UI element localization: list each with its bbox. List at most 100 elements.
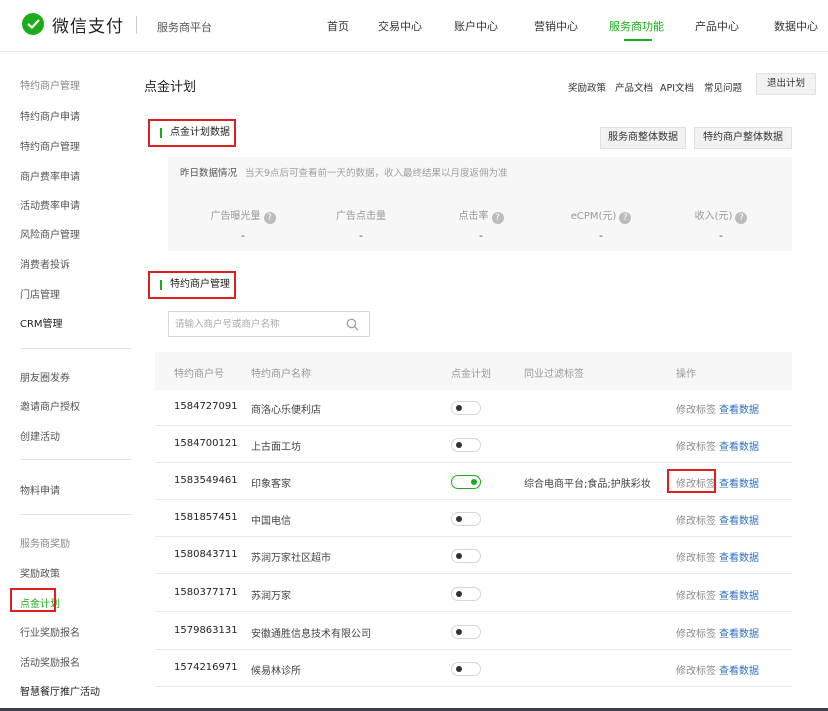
- merchant-id: 1581857451: [174, 512, 238, 523]
- sidebar-item-rate-apply[interactable]: 商户费率申请: [20, 168, 80, 183]
- merchant-id: 1584700121: [174, 438, 238, 449]
- view-data-link[interactable]: 查看数据: [719, 401, 759, 416]
- view-data-link[interactable]: 查看数据: [719, 512, 759, 527]
- help-icon[interactable]: ?: [735, 212, 748, 224]
- gold-plan-toggle[interactable]: [451, 587, 481, 601]
- link-api-docs[interactable]: API文档: [660, 80, 694, 94]
- merchant-search[interactable]: [168, 311, 370, 337]
- table-row: 1580377171 苏润万家 修改标签 查看数据: [155, 575, 792, 612]
- toggle-knob: [456, 553, 462, 559]
- merchant-search-input[interactable]: [175, 316, 335, 332]
- sidebar-item-risk-merchant[interactable]: 风险商户管理: [20, 226, 80, 241]
- sidebar-group-provider-rewards: 服务商奖励: [20, 539, 70, 550]
- view-data-link[interactable]: 查看数据: [719, 549, 759, 564]
- gold-plan-toggle[interactable]: [451, 401, 481, 415]
- edit-tag-link[interactable]: 修改标签: [676, 549, 716, 564]
- filter-tags: 综合电商平台;食品;护肤彩妆: [524, 479, 651, 490]
- view-data-link[interactable]: 查看数据: [719, 662, 759, 677]
- brand-divider: [136, 16, 137, 34]
- nav-home[interactable]: 首页: [327, 18, 349, 34]
- merchant-id: 1580843711: [174, 549, 238, 560]
- metric-ecpm: eCPM(元)?: [546, 207, 656, 224]
- sidebar-item-merchant-manage[interactable]: 特约商户管理: [20, 138, 80, 153]
- sidebar-item-reward-policy[interactable]: 奖励政策: [20, 565, 60, 580]
- gold-plan-toggle[interactable]: [451, 512, 481, 526]
- sidebar-item-merchant-apply[interactable]: 特约商户申请: [20, 108, 80, 123]
- brand-title[interactable]: 微信支付: [52, 12, 124, 37]
- edit-tag-link[interactable]: 修改标签: [676, 587, 716, 602]
- edit-tag-link[interactable]: 修改标签: [676, 401, 716, 416]
- nav-trade-center[interactable]: 交易中心: [378, 18, 422, 34]
- help-icon[interactable]: ?: [263, 212, 276, 224]
- toggle-knob: [456, 629, 462, 635]
- sidebar-item-smart-restaurant[interactable]: 智慧餐厅推广活动: [20, 683, 100, 698]
- column-header-actions: 操作: [676, 369, 696, 380]
- edit-tag-link[interactable]: 修改标签: [676, 625, 716, 640]
- edit-tag-link[interactable]: 修改标签: [676, 512, 716, 527]
- page-title: 点金计划: [144, 80, 197, 95]
- toggle-knob: [456, 591, 462, 597]
- gold-plan-toggle[interactable]: [451, 438, 481, 452]
- table-row: 1580843711 苏润万家社区超市 修改标签 查看数据: [155, 537, 792, 574]
- nav-data-center[interactable]: 数据中心: [774, 18, 818, 34]
- sidebar-group-merchant-management: 特约商户管理: [20, 81, 80, 92]
- table-row: 1574216971 候易林诊所 修改标签 查看数据: [155, 650, 792, 687]
- column-header-merchant-name: 特约商户名称: [251, 369, 311, 380]
- view-data-link[interactable]: 查看数据: [719, 587, 759, 602]
- view-data-link[interactable]: 查看数据: [719, 625, 759, 640]
- table-row: 1579863131 安徽通胜信息技术有限公司 修改标签 查看数据: [155, 613, 792, 650]
- highlight-box-merchant-management: [148, 271, 236, 299]
- toggle-knob: [456, 405, 462, 411]
- toggle-knob: [456, 442, 462, 448]
- gold-plan-toggle[interactable]: [451, 625, 481, 639]
- nav-marketing-center[interactable]: 营销中心: [534, 18, 578, 34]
- merchant-name: 商洛心乐便利店: [251, 405, 321, 416]
- help-icon[interactable]: ?: [619, 212, 632, 224]
- sidebar-item-create-activity[interactable]: 创建活动: [20, 428, 60, 443]
- sidebar-item-consumer-complaint[interactable]: 消费者投诉: [20, 256, 70, 271]
- nav-account-center[interactable]: 账户中心: [454, 18, 498, 34]
- highlight-box-edit-tag: [667, 469, 716, 493]
- sidebar-item-activity-reward[interactable]: 活动奖励报名: [20, 654, 80, 669]
- nav-service-provider-functions[interactable]: 服务商功能: [609, 18, 664, 34]
- edit-tag-link[interactable]: 修改标签: [676, 438, 716, 453]
- metric-value: -: [599, 229, 603, 242]
- stats-header: 昨日数据情况 当天9点后可查看前一天的数据，收入最终结果以月度返佣为准: [180, 165, 508, 179]
- gold-plan-toggle[interactable]: [451, 549, 481, 563]
- sidebar-item-crm[interactable]: CRM管理: [20, 315, 63, 330]
- toggle-knob: [456, 516, 462, 522]
- help-icon[interactable]: ?: [491, 212, 504, 224]
- merchant-id: 1584727091: [174, 401, 238, 412]
- link-reward-policy[interactable]: 奖励政策: [568, 80, 606, 94]
- link-product-docs[interactable]: 产品文档: [615, 80, 653, 94]
- gold-plan-toggle[interactable]: [451, 475, 481, 489]
- gold-plan-toggle[interactable]: [451, 662, 481, 676]
- nav-product-center[interactable]: 产品中心: [695, 18, 739, 34]
- metric-clicks: 广告点击量: [306, 207, 416, 222]
- exit-plan-button[interactable]: 退出计划: [756, 73, 816, 95]
- sidebar-item-store-management[interactable]: 门店管理: [20, 286, 60, 301]
- active-nav-underline: [624, 39, 652, 41]
- wechat-pay-logo-icon[interactable]: [22, 13, 44, 35]
- sidebar-item-activity-rate-apply[interactable]: 活动费率申请: [20, 197, 80, 212]
- merchant-name: 中国电信: [251, 516, 291, 527]
- sidebar-item-invite-authorization[interactable]: 邀请商户授权: [20, 398, 80, 413]
- provider-overall-data-button[interactable]: 服务商整体数据: [600, 127, 686, 149]
- sidebar-item-moments-coupon[interactable]: 朋友圈发券: [20, 369, 70, 384]
- merchant-name: 苏润万家社区超市: [251, 553, 331, 564]
- metric-impressions: 广告曝光量?: [188, 207, 298, 224]
- merchant-name: 候易林诊所: [251, 666, 301, 677]
- view-data-link[interactable]: 查看数据: [719, 475, 759, 490]
- highlight-box-sidebar: [10, 588, 56, 612]
- merchant-overall-data-button[interactable]: 特约商户整体数据: [694, 127, 792, 149]
- table-row: 1581857451 中国电信 修改标签 查看数据: [155, 500, 792, 537]
- view-data-link[interactable]: 查看数据: [719, 438, 759, 453]
- sidebar-item-industry-reward[interactable]: 行业奖励报名: [20, 624, 80, 639]
- metric-label: 广告点击量: [336, 211, 386, 222]
- edit-tag-link[interactable]: 修改标签: [676, 662, 716, 677]
- search-icon[interactable]: [346, 318, 359, 334]
- metric-value: -: [479, 229, 483, 242]
- link-faq[interactable]: 常见问题: [704, 80, 742, 94]
- sidebar-item-material-apply[interactable]: 物料申请: [20, 482, 60, 497]
- column-header-gold-plan: 点金计划: [451, 369, 491, 380]
